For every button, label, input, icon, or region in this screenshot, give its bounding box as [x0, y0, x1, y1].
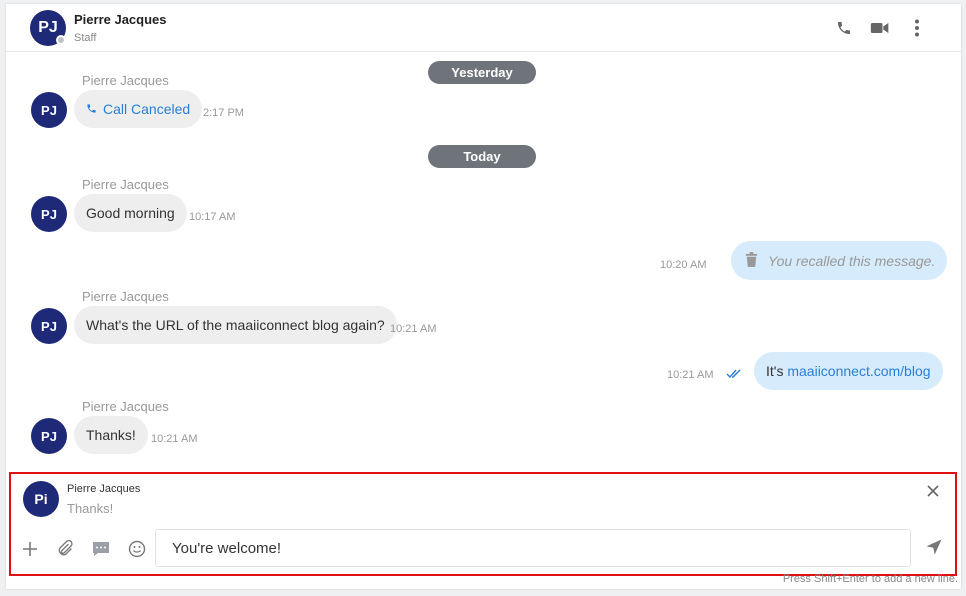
message-text: It's	[766, 363, 788, 379]
message-bubble-call[interactable]: Call Canceled	[74, 90, 203, 128]
sender-avatar[interactable]: PJ	[31, 308, 67, 344]
message-time: 10:20 AM	[660, 259, 707, 271]
message-sender: Pierre Jacques	[82, 289, 169, 304]
call-icon	[86, 101, 97, 117]
message-time: 2:17 PM	[203, 107, 244, 119]
close-icon[interactable]	[925, 483, 941, 499]
contact-role: Staff	[74, 32, 97, 44]
composer-hint: Press Shift+Enter to add a new line.	[782, 573, 958, 585]
double-check-icon	[726, 366, 742, 384]
chat-header: PJ Pierre Jacques Staff	[6, 4, 961, 52]
sms-icon[interactable]	[90, 538, 112, 560]
message-composer: Pi Pierre Jacques Thanks!	[9, 472, 957, 576]
chat-panel: PJ Pierre Jacques Staff Yesterday Pierre…	[6, 4, 961, 589]
video-icon[interactable]	[870, 18, 890, 38]
sender-avatar[interactable]: PJ	[31, 196, 67, 232]
sender-avatar[interactable]: PJ	[31, 418, 67, 454]
message-bubble[interactable]: Thanks!	[74, 416, 148, 454]
phone-icon[interactable]	[834, 18, 854, 38]
send-icon[interactable]	[925, 538, 947, 560]
paperclip-icon[interactable]	[54, 538, 76, 560]
message-bubble-outgoing[interactable]: It's maaiiconnect.com/blog	[754, 352, 943, 390]
reply-quoted-text: Thanks!	[67, 501, 114, 516]
blog-link[interactable]: maaiiconnect.com/blog	[787, 363, 930, 379]
contact-name[interactable]: Pierre Jacques	[74, 12, 167, 27]
message-sender: Pierre Jacques	[82, 399, 169, 414]
more-vertical-icon[interactable]	[907, 18, 927, 38]
reply-sender-name: Pierre Jacques	[67, 483, 141, 495]
message-sender: Pierre Jacques	[82, 177, 169, 192]
recalled-message-bubble[interactable]: You recalled this message.	[731, 241, 948, 280]
date-divider-today: Today	[428, 145, 536, 168]
message-input[interactable]	[155, 529, 911, 567]
recalled-text: You recalled this message.	[768, 252, 936, 269]
message-time: 10:21 AM	[667, 369, 714, 381]
message-time: 10:21 AM	[390, 323, 437, 335]
message-bubble[interactable]: What's the URL of the maaiiconnect blog …	[74, 306, 397, 344]
message-sender: Pierre Jacques	[82, 73, 169, 88]
message-time: 10:21 AM	[151, 433, 198, 445]
emoji-icon[interactable]	[126, 538, 148, 560]
presence-status-dot	[56, 35, 66, 45]
message-time: 10:17 AM	[189, 211, 236, 223]
message-bubble[interactable]: Good morning	[74, 194, 187, 232]
trash-icon	[745, 251, 758, 270]
call-status-text: Call Canceled	[103, 101, 191, 117]
reply-avatar: Pi	[23, 481, 59, 517]
date-divider-yesterday: Yesterday	[428, 61, 536, 84]
plus-icon[interactable]	[19, 538, 41, 560]
sender-avatar[interactable]: PJ	[31, 92, 67, 128]
